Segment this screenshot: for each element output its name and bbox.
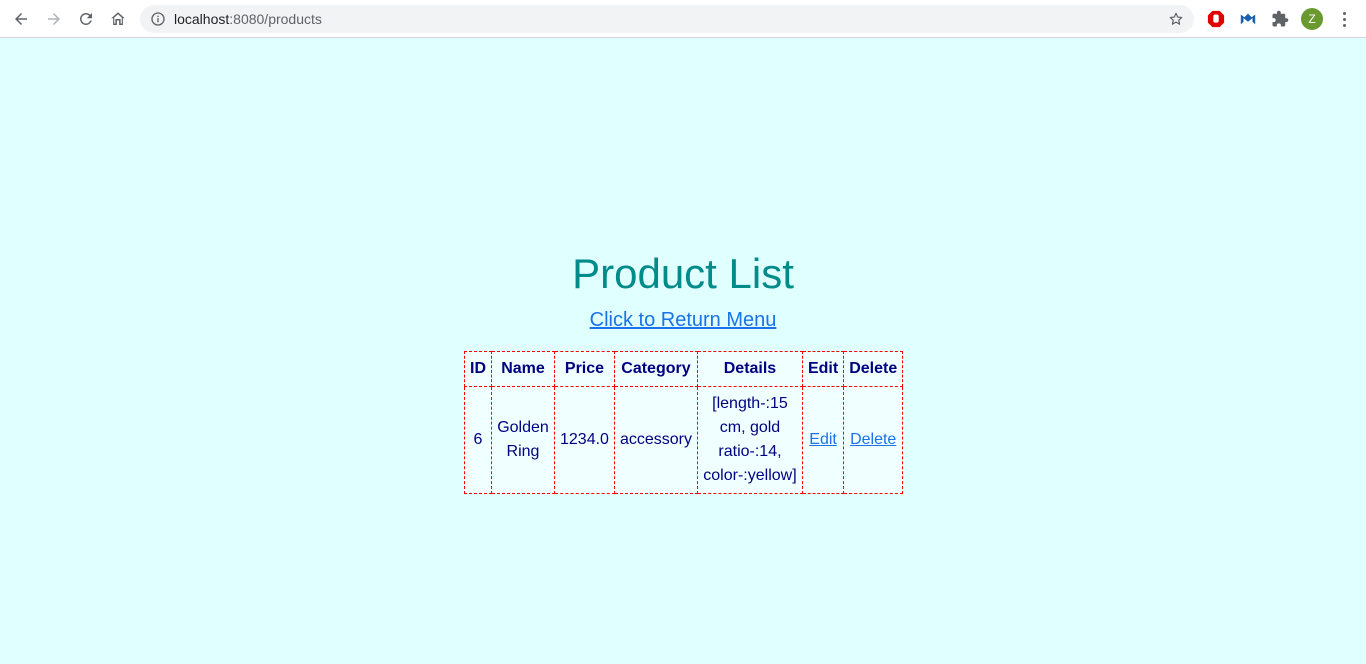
header-name: Name bbox=[491, 351, 555, 387]
adblock-extension-button[interactable] bbox=[1206, 9, 1226, 29]
table-header-row: ID Name Price Category Details Edit Dele… bbox=[464, 351, 904, 387]
puzzle-piece-icon bbox=[1272, 10, 1289, 27]
bookmark-star-icon[interactable] bbox=[1168, 11, 1184, 27]
cell-name: Golden Ring bbox=[491, 386, 555, 494]
reload-icon bbox=[79, 12, 92, 25]
home-button[interactable] bbox=[106, 7, 130, 31]
url-host: localhost bbox=[174, 11, 230, 27]
info-icon[interactable] bbox=[150, 11, 166, 27]
cell-id: 6 bbox=[464, 386, 492, 494]
header-edit: Edit bbox=[801, 351, 845, 387]
forward-arrow-icon bbox=[48, 13, 60, 25]
return-menu-container: Click to Return Menu bbox=[0, 308, 1366, 332]
return-menu-link[interactable]: Click to Return Menu bbox=[590, 309, 777, 331]
malwarebytes-icon bbox=[1240, 13, 1256, 25]
profile-avatar[interactable]: Z bbox=[1301, 8, 1323, 30]
browser-toolbar: localhost:8080/products Z bbox=[0, 0, 1366, 38]
header-delete: Delete bbox=[843, 351, 904, 387]
reload-button[interactable] bbox=[74, 7, 98, 31]
header-price: Price bbox=[554, 351, 615, 387]
cell-edit: Edit bbox=[801, 386, 845, 494]
address-bar[interactable]: localhost:8080/products bbox=[140, 5, 1194, 33]
back-button[interactable] bbox=[9, 7, 33, 31]
edit-link[interactable]: Edit bbox=[809, 431, 837, 448]
table-row: 6 Golden Ring 1234.0 accessory [length-:… bbox=[464, 386, 904, 494]
header-id: ID bbox=[464, 351, 492, 387]
back-arrow-icon bbox=[15, 13, 27, 25]
url-text[interactable]: localhost:8080/products bbox=[174, 11, 322, 27]
header-category: Category bbox=[613, 351, 698, 387]
header-details: Details bbox=[696, 351, 803, 387]
cell-details: [length-:15 cm, gold ratio-:14, color-:y… bbox=[696, 386, 803, 494]
cell-delete: Delete bbox=[843, 386, 904, 494]
malwarebytes-extension-button[interactable] bbox=[1238, 9, 1258, 29]
browser-menu-icon[interactable] bbox=[1336, 9, 1352, 29]
stop-hand-icon bbox=[1207, 10, 1225, 28]
page-title: Product List bbox=[572, 250, 794, 297]
extensions-button[interactable] bbox=[1270, 9, 1290, 29]
delete-link[interactable]: Delete bbox=[850, 431, 896, 448]
page-content: Product List Click to Return Menu ID Nam… bbox=[0, 38, 1366, 664]
cell-category: accessory bbox=[613, 386, 698, 494]
url-path: :8080/products bbox=[229, 11, 322, 27]
products-table: ID Name Price Category Details Edit Dele… bbox=[464, 351, 904, 494]
forward-button[interactable] bbox=[42, 7, 66, 31]
home-icon bbox=[111, 12, 125, 25]
cell-price: 1234.0 bbox=[554, 386, 615, 494]
